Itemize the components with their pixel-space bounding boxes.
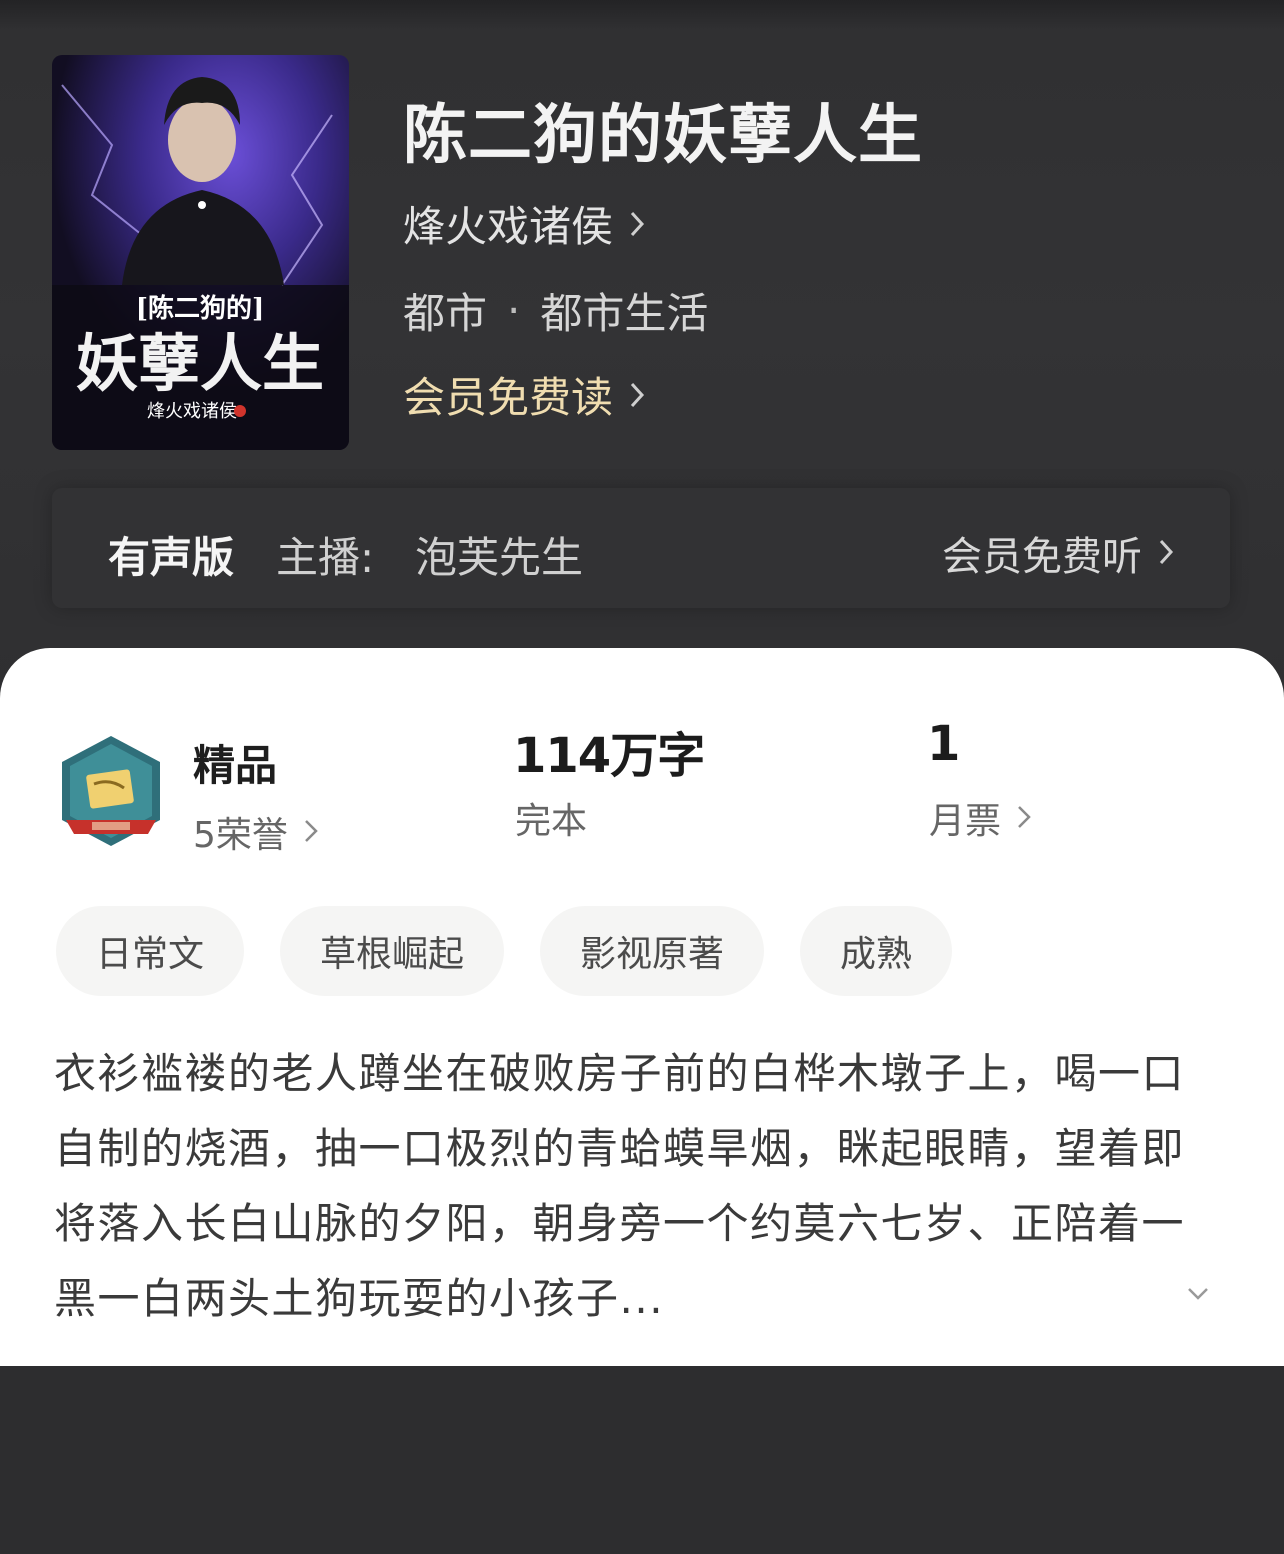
audio-version-bar[interactable]: 有声版 主播: 泡芙先生 会员免费听 xyxy=(52,488,1230,608)
category-link[interactable]: 都市 xyxy=(403,280,487,341)
chevron-down-icon[interactable] xyxy=(1186,1286,1210,1306)
category-separator: · xyxy=(507,286,521,335)
genre-row: 都市 · 都市生活 xyxy=(403,280,708,341)
chevron-right-icon xyxy=(629,199,645,248)
monthly-votes-count: 1 xyxy=(927,716,961,772)
chevron-right-icon xyxy=(1158,530,1174,576)
honors-link[interactable]: 5荣誉 xyxy=(193,806,318,858)
cover-subtitle: [陈二狗的] xyxy=(136,293,265,324)
tag-list: 日常文 草根崛起 影视原著 成熟 xyxy=(56,906,953,996)
free-read-link[interactable]: 会员免费读 xyxy=(403,364,645,425)
free-listen-link[interactable]: 会员免费听 xyxy=(942,524,1174,582)
completion-status: 完本 xyxy=(515,801,588,842)
tag-chip[interactable]: 影视原著 xyxy=(540,906,765,996)
tag-chip[interactable]: 草根崛起 xyxy=(280,906,505,996)
quality-title: 精品 xyxy=(193,741,278,790)
tag-chip[interactable]: 成熟 xyxy=(800,906,953,996)
honors-count: 5荣誉 xyxy=(193,815,288,856)
book-cover[interactable]: [陈二狗的] 妖孽人生 烽火戏诸侯 xyxy=(52,55,349,450)
cover-author: 烽火戏诸侯 xyxy=(147,401,237,422)
host-name: 泡芙先生 xyxy=(415,533,584,582)
synopsis-text[interactable]: 衣衫褴褛的老人蹲坐在破败房子前的白桦木墩子上，喝一口自制的烧酒，抽一口极烈的青蛤… xyxy=(54,1036,1224,1336)
word-count: 114万字 xyxy=(513,728,705,784)
cover-art: [陈二狗的] 妖孽人生 烽火戏诸侯 xyxy=(52,55,349,450)
free-read-label: 会员免费读 xyxy=(403,373,614,422)
book-info-card: 精品 5荣誉 114万字 完本 1 月票 日常文 草根崛起 影视原著 成熟 衣衫… xyxy=(0,648,1284,1366)
free-listen-label: 会员免费听 xyxy=(942,534,1142,580)
author-link[interactable]: 烽火戏诸侯 xyxy=(403,193,645,254)
cover-main-title: 妖孽人生 xyxy=(76,327,324,400)
monthly-votes-label: 月票 xyxy=(929,801,1002,842)
tag-chip[interactable]: 日常文 xyxy=(56,906,245,996)
chevron-right-icon xyxy=(304,812,318,853)
chevron-right-icon xyxy=(1017,798,1031,839)
book-header: [陈二狗的] 妖孽人生 烽火戏诸侯 陈二狗的妖孽人生 烽火戏诸侯 都市 · 都市… xyxy=(0,0,1284,700)
monthly-votes-link[interactable]: 月票 xyxy=(929,792,1031,844)
audio-version-label: 有声版 xyxy=(108,533,235,582)
host-label: 主播: xyxy=(276,533,375,582)
book-title: 陈二狗的妖孽人生 xyxy=(403,99,923,173)
chevron-right-icon xyxy=(629,370,645,419)
book-detail-page: [陈二狗的] 妖孽人生 烽火戏诸侯 陈二狗的妖孽人生 烽火戏诸侯 都市 · 都市… xyxy=(0,0,1284,1554)
subcategory-link[interactable]: 都市生活 xyxy=(540,280,708,341)
quality-badge-icon[interactable] xyxy=(58,734,164,850)
author-name: 烽火戏诸侯 xyxy=(403,202,614,251)
